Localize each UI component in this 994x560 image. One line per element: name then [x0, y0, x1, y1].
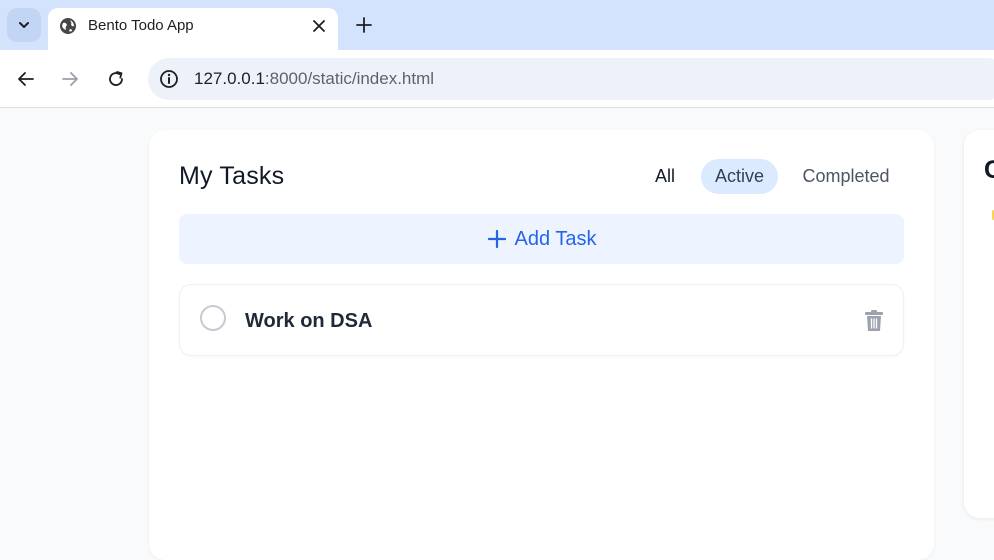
tab-close-button[interactable]: [310, 17, 328, 35]
new-tab-button[interactable]: [352, 13, 376, 37]
browser-tabstrip: Bento Todo App: [0, 0, 994, 50]
filter-active[interactable]: Active: [701, 159, 778, 194]
add-task-button[interactable]: Add Task: [179, 214, 904, 264]
browser-toolbar: 127.0.0.1:8000/static/index.html: [0, 50, 994, 108]
task-text: Work on DSA: [245, 310, 373, 332]
url-text: 127.0.0.1:8000/static/index.html: [194, 69, 434, 89]
arrow-left-icon: [18, 72, 34, 86]
trash-icon: [865, 310, 883, 331]
reload-icon: [109, 71, 123, 86]
arrow-right-icon: [62, 72, 78, 86]
plus-icon: [487, 229, 507, 249]
reload-button[interactable]: [104, 67, 128, 91]
address-bar[interactable]: 127.0.0.1:8000/static/index.html: [148, 58, 994, 100]
site-info-button[interactable]: [157, 67, 181, 91]
globe-icon: [60, 18, 76, 34]
page-title: My Tasks: [179, 162, 285, 190]
info-icon: [160, 70, 178, 88]
back-button[interactable]: [14, 67, 38, 91]
task-item: Work on DSA: [179, 284, 904, 356]
filter-completed[interactable]: Completed: [792, 159, 900, 194]
add-task-label: Add Task: [514, 227, 597, 250]
browser-tab[interactable]: Bento Todo App: [48, 8, 338, 50]
url-path: :8000/static/index.html: [264, 69, 435, 88]
close-icon: [313, 20, 325, 32]
filter-all[interactable]: All: [646, 159, 684, 194]
side-card: C: [964, 130, 994, 518]
tasks-card: My Tasks All Active Completed Add Task W…: [149, 130, 934, 560]
tab-search-button[interactable]: [7, 8, 41, 42]
delete-task-button[interactable]: [863, 309, 885, 333]
tab-title: Bento Todo App: [88, 17, 194, 34]
url-host: 127.0.0.1: [194, 69, 265, 88]
forward-button[interactable]: [58, 67, 82, 91]
side-card-title: C: [984, 156, 994, 184]
plus-icon: [356, 17, 372, 33]
task-complete-checkbox[interactable]: [200, 305, 226, 331]
chevron-down-icon: [19, 22, 29, 28]
